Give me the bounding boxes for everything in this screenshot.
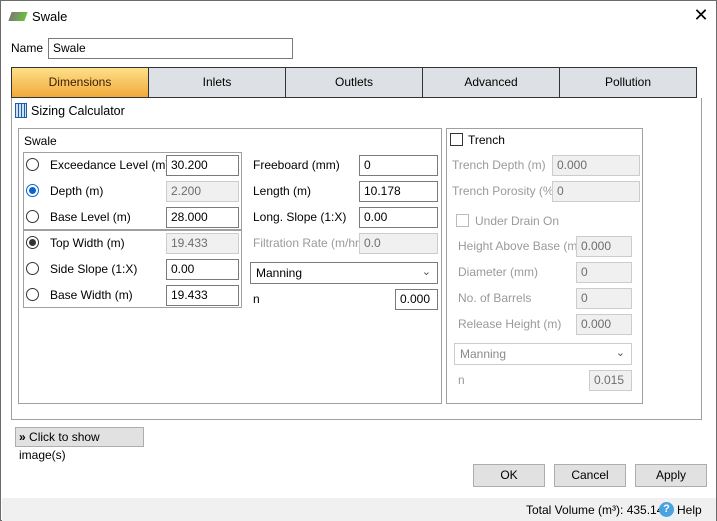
exceedance-level-label: Exceedance Level (m) — [50, 158, 170, 172]
tab-bar: Dimensions Inlets Outlets Advanced Pollu… — [11, 67, 697, 98]
trench-label: Trench — [468, 133, 505, 147]
double-chevron-down-icon: » — [19, 430, 26, 444]
n-label: n — [253, 292, 260, 306]
base-level-radio[interactable] — [26, 210, 39, 223]
ok-button[interactable]: OK — [473, 464, 545, 487]
trench-n-input[interactable]: 0.015 — [589, 370, 632, 391]
base-level-label: Base Level (m) — [50, 210, 131, 224]
base-width-input[interactable]: 19.433 — [166, 285, 239, 306]
status-bar: Total Volume (m³): 435.145 ? Help — [2, 498, 716, 521]
side-slope-input[interactable]: 0.00 — [166, 259, 239, 280]
show-images-label: Click to show image(s) — [19, 430, 100, 462]
filtration-rate-label: Filtration Rate (m/hr) — [253, 236, 364, 250]
release-height-input[interactable]: 0.000 — [576, 314, 632, 335]
length-label: Length (m) — [253, 184, 312, 198]
tab-inlets[interactable]: Inlets — [149, 68, 286, 97]
name-label: Name — [11, 41, 44, 55]
trench-checkbox[interactable] — [450, 133, 463, 146]
window-title: Swale — [32, 9, 68, 24]
swale-group-title: Swale — [24, 134, 57, 148]
depth-input[interactable]: 2.200 — [166, 181, 239, 202]
top-width-label: Top Width (m) — [50, 236, 125, 250]
tab-outlets[interactable]: Outlets — [286, 68, 423, 97]
trench-roughness-select[interactable]: Manning ⌄ — [454, 343, 632, 365]
title-bar: Swale — [8, 9, 68, 24]
help-icon[interactable]: ? — [659, 502, 674, 517]
trench-n-label: n — [458, 373, 465, 387]
trench-depth-label: Trench Depth (m) — [452, 158, 546, 172]
under-drain-checkbox[interactable] — [456, 214, 469, 227]
close-icon[interactable]: ✕ — [691, 5, 711, 26]
name-input[interactable]: Swale — [48, 38, 293, 59]
height-above-base-label: Height Above Base (m) — [458, 239, 582, 253]
swale-dialog: Swale ✕ Name Swale Dimensions Inlets Out… — [0, 0, 717, 521]
roughness-method-value: Manning — [256, 266, 303, 280]
cancel-button[interactable]: Cancel — [554, 464, 626, 487]
chevron-down-icon: ⌄ — [615, 347, 625, 359]
chevron-down-icon: ⌄ — [421, 266, 431, 278]
depth-label: Depth (m) — [50, 184, 104, 198]
tab-dimensions[interactable]: Dimensions — [12, 68, 149, 97]
depth-radio[interactable] — [26, 184, 39, 197]
freeboard-label: Freeboard (mm) — [253, 158, 340, 172]
release-height-label: Release Height (m) — [458, 317, 562, 331]
long-slope-label: Long. Slope (1:X) — [253, 210, 347, 224]
diameter-label: Diameter (mm) — [458, 265, 538, 279]
sizing-calculator-button[interactable]: Sizing Calculator — [15, 103, 125, 118]
side-slope-label: Side Slope (1:X) — [50, 262, 138, 276]
base-width-radio[interactable] — [26, 288, 39, 301]
barrels-label: No. of Barrels — [458, 291, 532, 305]
swale-icon — [8, 12, 28, 21]
filtration-rate-input[interactable]: 0.0 — [359, 233, 438, 254]
length-input[interactable]: 10.178 — [359, 181, 438, 202]
long-slope-input[interactable]: 0.00 — [359, 207, 438, 228]
tab-pollution[interactable]: Pollution — [560, 68, 696, 97]
trench-porosity-input[interactable]: 0 — [552, 181, 640, 202]
trench-depth-input[interactable]: 0.000 — [552, 155, 640, 176]
trench-roughness-value: Manning — [460, 347, 507, 361]
base-width-label: Base Width (m) — [50, 288, 133, 302]
exceedance-level-radio[interactable] — [26, 158, 39, 171]
under-drain-label: Under Drain On — [475, 214, 560, 228]
diameter-input[interactable]: 0 — [576, 262, 632, 283]
show-images-button[interactable]: » Click to show image(s) — [15, 427, 144, 462]
height-above-base-input[interactable]: 0.000 — [576, 236, 632, 257]
trench-porosity-label: Trench Porosity (%) — [452, 184, 558, 198]
tab-advanced[interactable]: Advanced — [423, 68, 560, 97]
roughness-method-select[interactable]: Manning ⌄ — [250, 262, 438, 284]
total-volume: Total Volume (m³): 435.145 — [526, 503, 671, 517]
barrels-input[interactable]: 0 — [576, 288, 632, 309]
calculator-icon — [15, 103, 27, 118]
n-input[interactable]: 0.000 — [395, 289, 438, 310]
sizing-calculator-label: Sizing Calculator — [31, 103, 125, 118]
freeboard-input[interactable]: 0 — [359, 155, 438, 176]
base-level-input[interactable]: 28.000 — [166, 207, 239, 228]
top-width-radio[interactable] — [26, 236, 39, 249]
help-link[interactable]: Help — [677, 503, 702, 517]
exceedance-level-input[interactable]: 30.200 — [166, 155, 239, 176]
side-slope-radio[interactable] — [26, 262, 39, 275]
top-width-input[interactable]: 19.433 — [166, 233, 239, 254]
apply-button[interactable]: Apply — [635, 464, 707, 487]
